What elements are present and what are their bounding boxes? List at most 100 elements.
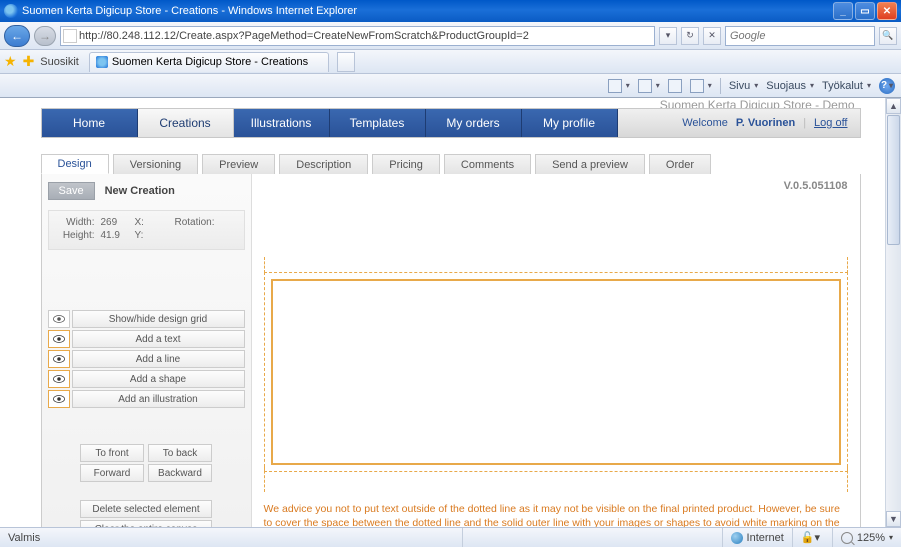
search-box[interactable] [725, 26, 875, 46]
delete-element-button[interactable]: Delete selected element [80, 500, 212, 518]
home-menu[interactable] [608, 79, 630, 93]
welcome-label: Welcome [682, 117, 728, 129]
nav-myprofile[interactable]: My profile [522, 109, 618, 137]
favorites-label[interactable]: Suosikit [40, 56, 79, 68]
home-icon [608, 79, 622, 93]
clear-canvas-button[interactable]: Clear the entire canvas [80, 520, 212, 527]
line-visibility-toggle[interactable] [48, 350, 70, 368]
browser-nav-toolbar: ← → ▾ ↻ ✕ 🔍 [0, 22, 901, 50]
protected-mode[interactable]: 🔓▾ [792, 528, 832, 547]
add-shape-button[interactable]: Add a shape [72, 370, 245, 388]
window-maximize-button[interactable]: ▭ [855, 2, 875, 20]
tab-preview[interactable]: Preview [202, 154, 275, 174]
page-menu[interactable]: Sivu [729, 80, 758, 92]
tab-order[interactable]: Order [649, 154, 711, 174]
window-title: Suomen Kerta Digicup Store - Creations -… [22, 5, 833, 17]
scroll-down-arrow[interactable]: ▼ [886, 511, 901, 527]
address-input[interactable] [79, 30, 652, 42]
ie-icon [4, 4, 18, 18]
advice-text: We advice you not to put text outside of… [264, 502, 848, 527]
mail-button[interactable] [668, 79, 682, 93]
width-value: 269 [101, 217, 129, 228]
zoom-dropdown-icon: ▾ [889, 533, 893, 542]
subtabs: Design Versioning Preview Description Pr… [41, 154, 861, 174]
window-close-button[interactable]: ✕ [877, 2, 897, 20]
internet-zone[interactable]: Internet [722, 528, 792, 547]
bleed-guide-extension [264, 466, 848, 492]
zoom-control[interactable]: 125% ▾ [832, 528, 901, 547]
window-titlebar: Suomen Kerta Digicup Store - Creations -… [0, 0, 901, 22]
print-menu[interactable] [690, 79, 712, 93]
to-front-button[interactable]: To front [80, 444, 144, 462]
add-line-button[interactable]: Add a line [72, 350, 245, 368]
dimensions-panel: Width: 269 X: Rotation: Height: 41.9 Y: [48, 210, 245, 250]
tab-comments[interactable]: Comments [444, 154, 531, 174]
scroll-up-arrow[interactable]: ▲ [886, 98, 901, 114]
addressbar-dropdown[interactable]: ▾ [659, 27, 677, 45]
tab-sendpreview[interactable]: Send a preview [535, 154, 645, 174]
page-icon [63, 29, 77, 43]
separator [720, 78, 721, 94]
backward-button[interactable]: Backward [148, 464, 212, 482]
search-input[interactable] [730, 30, 873, 42]
tab-design[interactable]: Design [41, 154, 109, 174]
browser-viewport: Suomen Kerta Digicup Store - Demo Home C… [0, 98, 901, 527]
version-label: V.0.5.051108 [784, 180, 848, 192]
nav-home[interactable]: Home [42, 109, 138, 137]
command-bar: Sivu Suojaus Työkalut ? [0, 74, 901, 98]
new-tab-button[interactable] [337, 52, 355, 72]
width-label: Width: [57, 217, 95, 228]
help-button[interactable]: ? [879, 78, 895, 94]
search-go-button[interactable]: 🔍 [879, 27, 897, 45]
print-icon [690, 79, 704, 93]
back-button[interactable]: ← [4, 25, 30, 47]
add-favorite-icon[interactable]: ✚ [23, 53, 35, 70]
tools-menu[interactable]: Työkalut [822, 80, 871, 92]
rotation-label: Rotation: [175, 217, 215, 228]
showhide-grid-button[interactable]: Show/hide design grid [72, 310, 245, 328]
tab-versioning[interactable]: Versioning [113, 154, 198, 174]
username: P. Vuorinen [736, 117, 795, 129]
status-text: Valmis [0, 532, 462, 544]
design-tools-panel: Save New Creation Width: 269 X: Rotation… [42, 174, 252, 527]
shield-icon: 🔓▾ [801, 531, 820, 544]
zoom-value: 125% [857, 532, 885, 544]
y-label: Y: [135, 230, 149, 241]
design-canvas[interactable] [271, 279, 841, 465]
tab-title: Suomen Kerta Digicup Store - Creations [112, 56, 308, 68]
to-back-button[interactable]: To back [148, 444, 212, 462]
stop-button[interactable]: ✕ [703, 27, 721, 45]
zoom-icon [841, 532, 853, 544]
scroll-thumb[interactable] [887, 115, 900, 245]
creation-title: New Creation [105, 185, 175, 197]
favorites-star-icon[interactable]: ★ [4, 53, 17, 70]
window-minimize-button[interactable]: _ [833, 2, 853, 20]
nav-templates[interactable]: Templates [330, 109, 426, 137]
browser-tab[interactable]: Suomen Kerta Digicup Store - Creations [89, 52, 329, 72]
tab-description[interactable]: Description [279, 154, 368, 174]
vertical-scrollbar[interactable]: ▲ ▼ [885, 98, 901, 527]
welcome-area: Welcome P. Vuorinen | Log off [618, 109, 860, 137]
illustration-visibility-toggle[interactable] [48, 390, 70, 408]
shape-visibility-toggle[interactable] [48, 370, 70, 388]
nav-illustrations[interactable]: Illustrations [234, 109, 330, 137]
grid-visibility-toggle[interactable] [48, 310, 70, 328]
feeds-menu[interactable] [638, 79, 660, 93]
store-demo-label: Suomen Kerta Digicup Store - Demo [41, 98, 861, 108]
logoff-link[interactable]: Log off [814, 117, 847, 129]
add-text-button[interactable]: Add a text [72, 330, 245, 348]
refresh-button[interactable]: ↻ [681, 27, 699, 45]
x-label: X: [135, 217, 149, 228]
globe-icon [731, 532, 743, 544]
add-illustration-button[interactable]: Add an illustration [72, 390, 245, 408]
address-bar[interactable] [60, 26, 655, 46]
safety-menu[interactable]: Suojaus [766, 80, 814, 92]
forward-button[interactable]: → [34, 26, 56, 46]
status-empty-1 [462, 528, 722, 547]
tab-pricing[interactable]: Pricing [372, 154, 440, 174]
nav-creations[interactable]: Creations [138, 109, 234, 137]
forward-button[interactable]: Forward [80, 464, 144, 482]
text-visibility-toggle[interactable] [48, 330, 70, 348]
nav-myorders[interactable]: My orders [426, 109, 522, 137]
save-button[interactable]: Save [48, 182, 95, 200]
